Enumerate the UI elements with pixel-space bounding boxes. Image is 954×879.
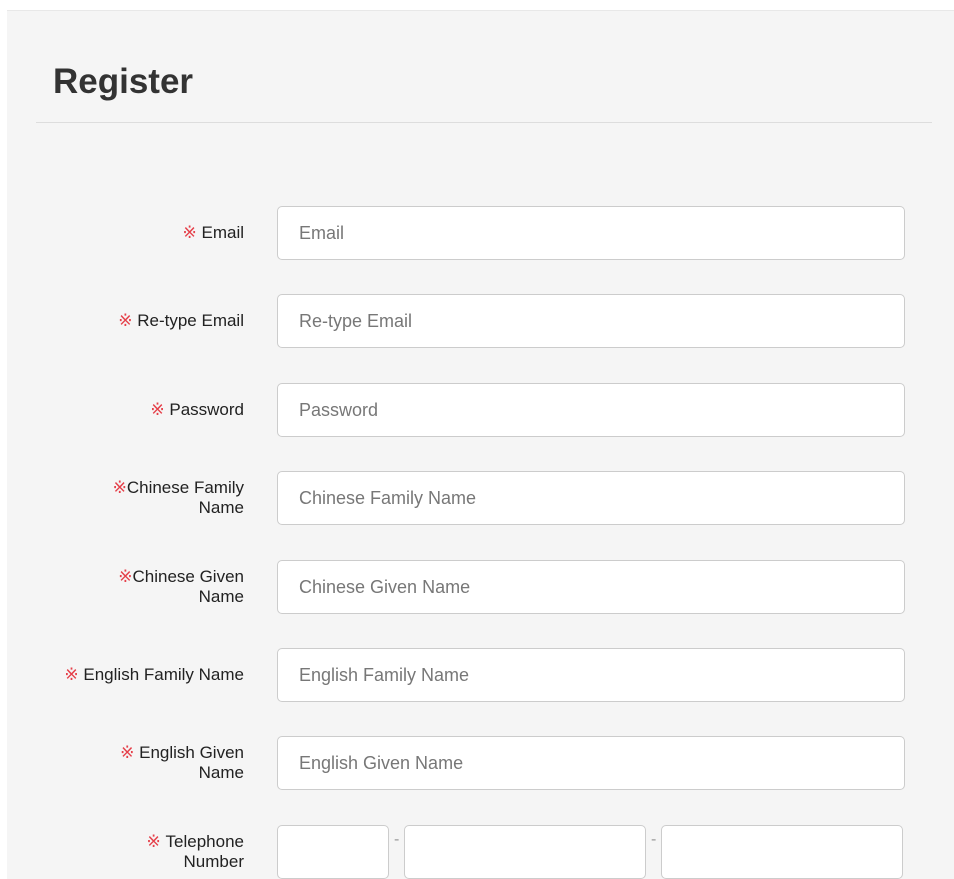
email-label: ※ Email: [44, 206, 245, 260]
telephone-label: ※ Telephone Number: [44, 825, 244, 879]
telephone-separator: -: [651, 831, 657, 848]
chinese-family-name-label-text: Chinese Family Name: [126, 478, 244, 517]
retype-email-label-text: Re-type Email: [137, 311, 244, 330]
chinese-given-name-input[interactable]: [277, 560, 905, 614]
chinese-given-name-label: ※Chinese Given Name: [44, 560, 244, 614]
chinese-given-name-label-text: Chinese Given Name: [132, 567, 244, 606]
password-input[interactable]: [277, 383, 905, 437]
required-mark-icon: ※: [64, 665, 79, 684]
telephone-prefix-input[interactable]: [404, 825, 646, 879]
form-row-english-given-name: ※ English Given Name: [0, 736, 954, 790]
form-row-retype-email: ※ Re-type Email: [0, 294, 954, 348]
page-title: Register: [53, 62, 194, 101]
required-mark-icon: ※: [146, 832, 161, 851]
form-row-telephone: ※ Telephone Number - -: [0, 825, 954, 879]
required-mark-icon: ※: [120, 743, 135, 762]
form-row-email: ※ Email: [0, 206, 954, 260]
form-row-chinese-family-name: ※Chinese Family Name: [0, 471, 954, 525]
required-mark-icon: ※: [112, 478, 127, 497]
telephone-separator: -: [394, 831, 400, 848]
form-row-password: ※ Password: [0, 383, 954, 437]
telephone-line-number-input[interactable]: [661, 825, 903, 879]
english-given-name-label-text: English Given Name: [139, 743, 244, 782]
required-mark-icon: ※: [118, 567, 133, 586]
chinese-family-name-label: ※Chinese Family Name: [44, 471, 244, 525]
english-given-name-label: ※ English Given Name: [44, 736, 244, 790]
required-mark-icon: ※: [118, 311, 133, 330]
english-family-name-label: ※ English Family Name: [44, 648, 244, 702]
password-label: ※ Password: [44, 383, 244, 437]
form-row-english-family-name: ※ English Family Name: [0, 648, 954, 702]
form-row-chinese-given-name: ※Chinese Given Name: [0, 560, 954, 614]
telephone-label-text: Telephone Number: [165, 832, 244, 871]
telephone-area-code-input[interactable]: [277, 825, 389, 879]
title-divider: [36, 122, 932, 123]
password-label-text: Password: [169, 400, 244, 419]
retype-email-input[interactable]: [277, 294, 905, 348]
chinese-family-name-input[interactable]: [277, 471, 905, 525]
english-given-name-input[interactable]: [277, 736, 905, 790]
retype-email-label: ※ Re-type Email: [44, 294, 244, 348]
email-label-text: Email: [201, 223, 244, 242]
required-mark-icon: ※: [182, 223, 197, 242]
english-family-name-input[interactable]: [277, 648, 905, 702]
required-mark-icon: ※: [150, 400, 165, 419]
english-family-name-label-text: English Family Name: [83, 665, 244, 684]
email-input[interactable]: [277, 206, 905, 260]
